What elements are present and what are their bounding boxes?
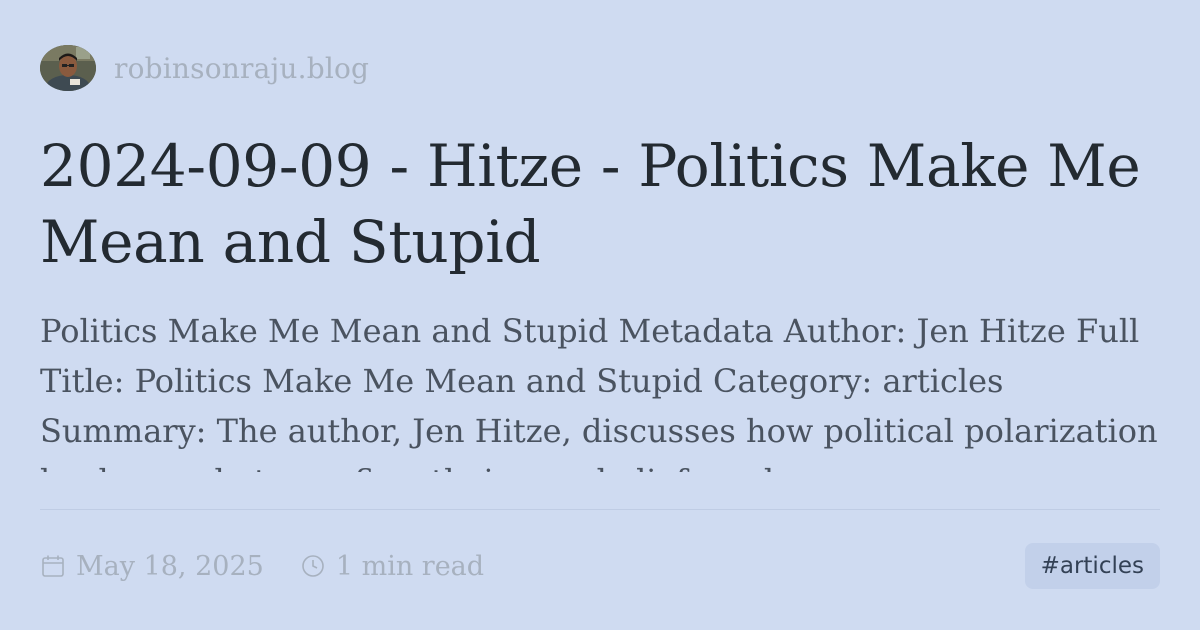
site-header: robinsonraju.blog <box>40 44 1160 92</box>
post-card: robinsonraju.blog 2024-09-09 - Hitze - P… <box>40 44 1160 604</box>
read-time-text: 1 min read <box>335 550 485 582</box>
post-title[interactable]: 2024-09-09 - Hitze - Politics Make Me Me… <box>40 128 1160 280</box>
post-date: May 18, 2025 <box>40 551 264 582</box>
divider <box>40 509 1160 510</box>
calendar-icon <box>40 553 76 579</box>
clock-icon <box>300 553 336 579</box>
post-excerpt: Politics Make Me Mean and Stupid Metadat… <box>40 312 1158 472</box>
post-meta: May 18, 2025 1 min read #articles <box>40 541 1160 591</box>
read-time: 1 min read <box>300 551 484 582</box>
avatar <box>40 45 96 91</box>
post-date-text: May 18, 2025 <box>76 550 264 582</box>
site-name[interactable]: robinsonraju.blog <box>114 52 369 85</box>
tag-articles[interactable]: #articles <box>1024 543 1160 589</box>
